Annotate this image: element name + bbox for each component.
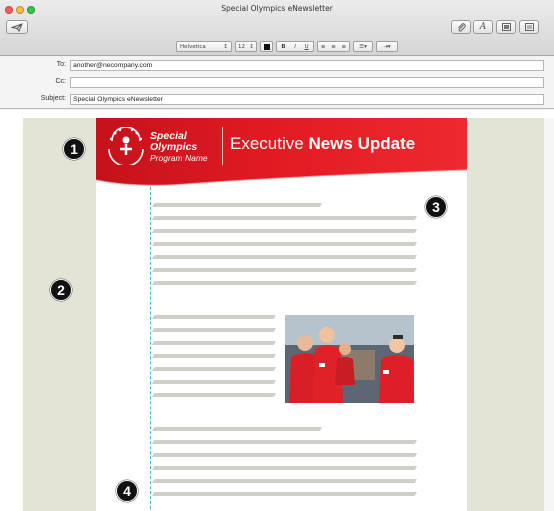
special-olympics-logo-icon: [108, 127, 144, 165]
indent-button[interactable]: ⇥▾: [376, 41, 398, 52]
banner-title-regular: Executive: [230, 134, 309, 153]
banner-divider: [222, 127, 223, 165]
stationery-button[interactable]: [519, 20, 539, 34]
placeholder-text-line: [151, 393, 277, 397]
placeholder-text-line: [151, 268, 418, 272]
align-left-icon[interactable]: ≡: [321, 44, 326, 50]
placeholder-text-line: [151, 203, 323, 207]
placeholder-text-line: [151, 242, 418, 246]
bold-button[interactable]: B: [281, 44, 285, 50]
send-button[interactable]: [6, 20, 28, 34]
font-size-select[interactable]: 12 ↕: [235, 41, 257, 52]
athletes-photo-image: [285, 315, 414, 403]
title-bar: Special Olympics eNewsletter A Helvetica…: [0, 0, 554, 56]
logo-text-program-name: Program Name: [150, 153, 208, 163]
list-button[interactable]: ☰▾: [353, 41, 373, 52]
placeholder-text-line: [151, 341, 277, 345]
align-center-icon[interactable]: ≡: [331, 44, 336, 50]
alignment-group: ≡ ≡ ≡: [317, 41, 350, 52]
message-header-fields: To: another@necompany.com Cc: Subject: S…: [0, 57, 554, 109]
to-label: To:: [56, 61, 66, 68]
placeholder-text-line: [151, 440, 418, 444]
placeholder-text-line: [151, 466, 418, 470]
logo-text-olympics: Olympics: [150, 141, 198, 153]
color-swatch-icon: [263, 43, 270, 50]
body-scrollbar[interactable]: [544, 118, 554, 511]
send-icon: [11, 22, 23, 32]
callout-2: 2: [50, 279, 72, 301]
subject-label: Subject:: [40, 95, 66, 102]
placeholder-text-line: [151, 367, 277, 371]
placeholder-text-line: [151, 216, 418, 220]
align-right-icon[interactable]: ≡: [342, 44, 347, 50]
stationery-icon: [524, 23, 534, 31]
callout-3: 3: [425, 196, 447, 218]
photo-browser-icon: [501, 23, 511, 31]
placeholder-text-line: [151, 380, 277, 384]
window-title: Special Olympics eNewsletter: [221, 4, 333, 13]
cc-label: Cc:: [55, 78, 67, 85]
placeholder-text-line: [151, 315, 277, 319]
subject-field[interactable]: Special Olympics eNewsletter: [70, 94, 544, 105]
athletes-photo: [285, 315, 414, 403]
font-family-select[interactable]: Helvetica ↕: [176, 41, 232, 52]
fonts-button[interactable]: A: [473, 20, 493, 34]
banner-title: Executive News Update: [230, 134, 415, 154]
placeholder-text-line: [151, 354, 277, 358]
callout-1: 1: [63, 138, 85, 160]
text-style-group: B I U: [276, 41, 314, 52]
indent-icon: ⇥▾: [383, 43, 391, 50]
attach-button[interactable]: [451, 20, 471, 34]
callout-4: 4: [116, 480, 138, 502]
font-family-value: Helvetica: [180, 43, 206, 50]
paperclip-icon: [457, 22, 466, 31]
margin-guide-line: [150, 187, 151, 509]
list-icon: ☰▾: [359, 43, 367, 50]
text-color-button[interactable]: [260, 41, 273, 52]
placeholder-text-line: [151, 229, 418, 233]
placeholder-text-line: [151, 479, 418, 483]
placeholder-text-line: [151, 328, 277, 332]
underline-button[interactable]: U: [305, 44, 309, 50]
updown-arrows-icon: ↕: [249, 43, 254, 50]
cc-field[interactable]: [70, 77, 544, 88]
to-field[interactable]: another@necompany.com: [70, 60, 544, 71]
placeholder-text-line: [151, 255, 418, 259]
placeholder-text-line: [151, 492, 418, 496]
placeholder-text-line: [151, 427, 323, 431]
placeholder-text-line: [151, 281, 418, 285]
banner-title-bold: News Update: [308, 134, 416, 153]
updown-arrows-icon: ↕: [223, 43, 228, 50]
photo-browser-button[interactable]: [496, 20, 516, 34]
placeholder-text-line: [151, 453, 418, 457]
format-bar: Helvetica ↕ 12 ↕ B I U ≡ ≡ ≡ ☰▾ ⇥▾: [0, 41, 554, 53]
mail-compose-window: Special Olympics eNewsletter A Helvetica…: [0, 0, 554, 511]
font-size-value: 12: [238, 43, 245, 50]
italic-button[interactable]: I: [294, 44, 296, 50]
